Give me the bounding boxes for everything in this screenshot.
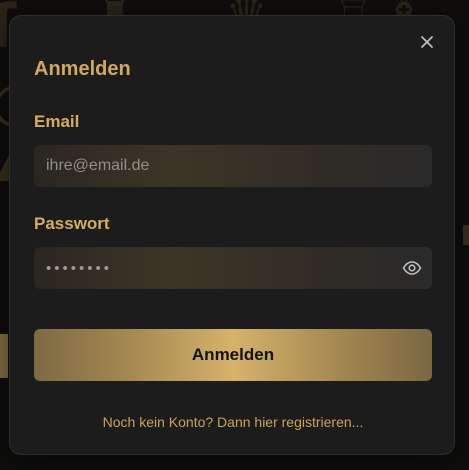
email-input[interactable] — [34, 145, 432, 187]
show-password-button[interactable] — [402, 258, 422, 278]
email-field-container — [34, 145, 432, 187]
close-button[interactable] — [417, 32, 437, 52]
modal-title: Anmelden — [34, 58, 131, 80]
login-modal: Anmelden Email Passwort Anmelden Noch ke… — [9, 15, 455, 455]
background-chip — [0, 334, 8, 378]
password-label: Passwort — [34, 214, 110, 233]
password-field-container — [34, 247, 432, 289]
background-chip — [463, 225, 469, 245]
password-input[interactable] — [34, 247, 432, 289]
login-submit-button[interactable]: Anmelden — [34, 329, 432, 381]
eye-icon — [402, 261, 422, 275]
email-label: Email — [34, 112, 80, 131]
register-link[interactable]: Noch kein Konto? Dann hier registrieren.… — [10, 414, 456, 430]
close-icon — [421, 36, 433, 48]
